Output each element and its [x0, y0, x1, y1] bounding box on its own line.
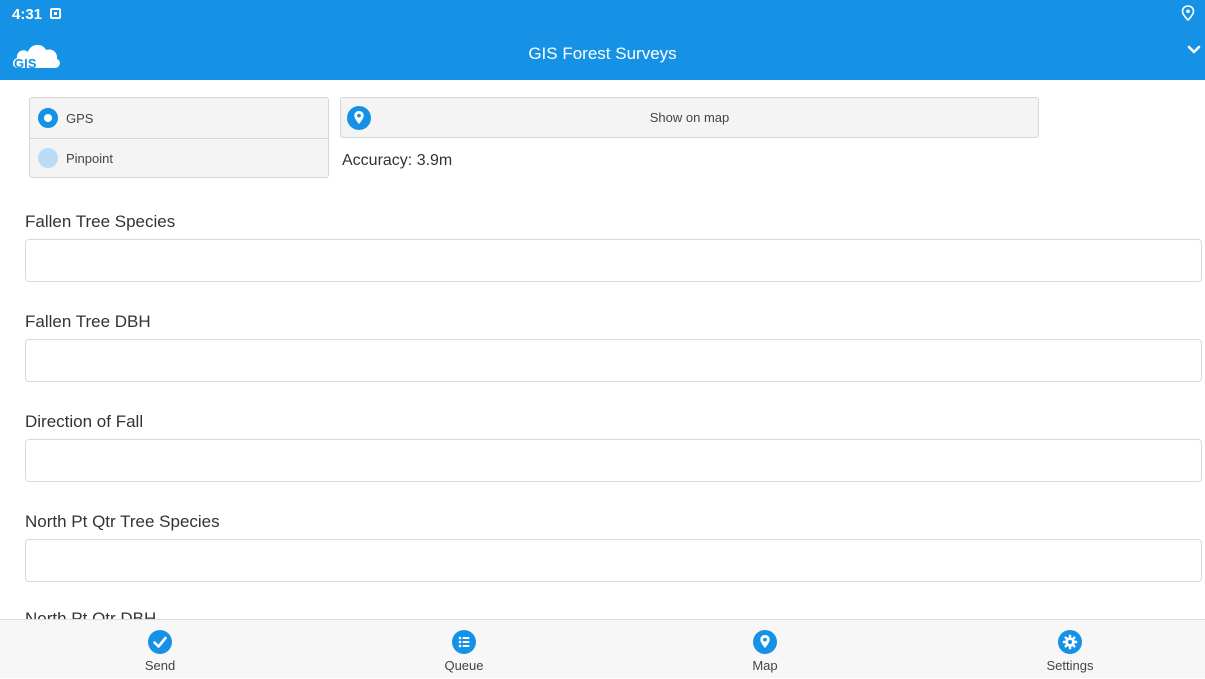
fallen-tree-species-input[interactable] — [25, 239, 1202, 282]
north-pt-qtr-tree-species-label: North Pt Qtr Tree Species — [25, 512, 220, 531]
app-header: 4:31 GIS GIS Forest Surveys — [0, 0, 1205, 80]
nav-settings[interactable]: Settings — [990, 620, 1150, 679]
map-pin-icon — [753, 630, 777, 654]
nav-map-label: Map — [752, 658, 778, 673]
chevron-down-icon[interactable] — [1187, 44, 1201, 56]
accuracy-readout: Accuracy: 3.9m — [342, 152, 453, 169]
location-status-icon — [1181, 5, 1195, 21]
show-on-map-label: Show on map — [649, 110, 730, 125]
location-mode-selector: GPS Pinpoint — [29, 97, 329, 178]
direction-of-fall-input[interactable] — [25, 439, 1202, 482]
pinpoint-mode-label: Pinpoint — [66, 150, 113, 166]
nav-map[interactable]: Map — [685, 620, 845, 679]
nav-send-label: Send — [144, 658, 176, 673]
bottom-navigation: Send Queue Map Settings — [0, 619, 1205, 678]
fallen-tree-species-label: Fallen Tree Species — [25, 212, 176, 231]
list-icon — [452, 630, 476, 654]
gps-mode-label: GPS — [66, 110, 94, 126]
notification-icon — [50, 8, 61, 19]
status-time: 4:31 — [12, 6, 43, 23]
north-pt-qtr-tree-species-input[interactable] — [25, 539, 1202, 582]
nav-queue[interactable]: Queue — [384, 620, 544, 679]
check-icon — [148, 630, 172, 654]
gps-mode-option[interactable]: GPS — [30, 98, 328, 139]
pinpoint-mode-option[interactable]: Pinpoint — [30, 138, 328, 178]
nav-send[interactable]: Send — [80, 620, 240, 679]
gear-icon — [1058, 630, 1082, 654]
pinpoint-radio[interactable] — [38, 148, 58, 168]
page-title: GIS Forest Surveys — [528, 44, 677, 63]
gps-radio[interactable] — [38, 108, 58, 128]
nav-queue-label: Queue — [444, 658, 484, 673]
show-on-map-button[interactable]: Show on map — [340, 97, 1039, 138]
nav-settings-label: Settings — [1046, 658, 1094, 673]
direction-of-fall-label: Direction of Fall — [25, 412, 144, 431]
fallen-tree-dbh-label: Fallen Tree DBH — [25, 312, 151, 331]
fallen-tree-dbh-input[interactable] — [25, 339, 1202, 382]
